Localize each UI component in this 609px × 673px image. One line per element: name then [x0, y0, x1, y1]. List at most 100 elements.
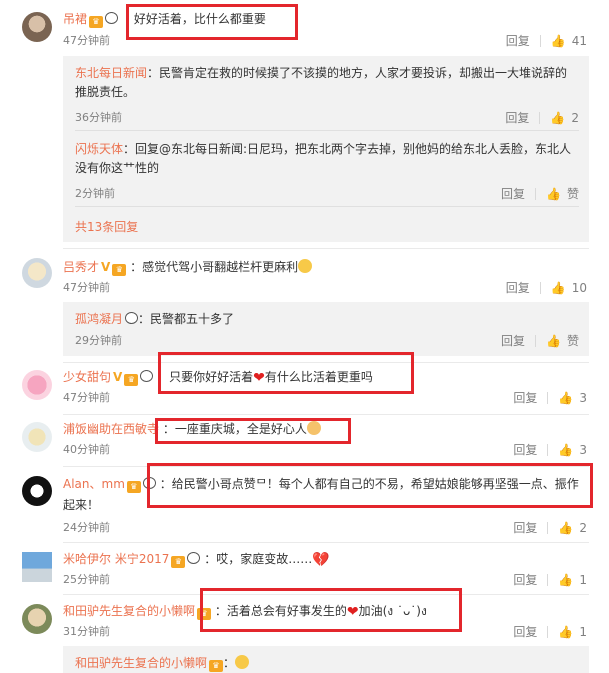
username[interactable]: 和田驴先生复合的小懒啊: [75, 656, 207, 670]
username[interactable]: 吊裙: [63, 12, 87, 26]
reply-button[interactable]: 回复: [505, 110, 529, 126]
emoji-icon: [298, 259, 313, 273]
thumbs-up-icon: 👍: [558, 573, 574, 587]
avatar[interactable]: [22, 258, 52, 288]
member-badge-icon: ♛: [112, 264, 127, 276]
reply-button[interactable]: 回复: [501, 333, 525, 349]
highlight-box: [200, 588, 462, 632]
verified-icon: V: [101, 260, 111, 274]
username[interactable]: Alan、mm: [63, 477, 125, 491]
username[interactable]: 东北每日新闻: [75, 66, 147, 80]
avatar[interactable]: [22, 370, 52, 400]
thumbs-up-icon: 👍: [546, 334, 561, 348]
panda-icon: [125, 312, 139, 324]
reply-actions: 回复 👍 2: [505, 110, 579, 126]
comment-actions: 回复 👍 41: [506, 33, 587, 49]
like-button[interactable]: 👍 3: [558, 390, 587, 406]
avatar[interactable]: [22, 422, 52, 452]
thumbs-up-icon: 👍: [558, 521, 574, 535]
like-button[interactable]: 👍 10: [551, 280, 587, 296]
avatar[interactable]: [22, 12, 52, 42]
username[interactable]: 浦饭幽助在西敏寺: [63, 422, 159, 436]
avatar[interactable]: [22, 476, 52, 506]
divider: [547, 626, 549, 638]
comment-actions: 回复 👍 1: [513, 624, 587, 640]
reply-button[interactable]: 回复: [513, 390, 537, 406]
highlight-box: [158, 352, 414, 394]
thumbs-up-icon: 👍: [558, 391, 574, 405]
like-button[interactable]: 👍 41: [551, 33, 587, 49]
like-count: 10: [571, 281, 587, 295]
highlight-box: [147, 463, 593, 508]
divider: [547, 444, 549, 456]
timestamp: 24分钟前: [63, 521, 110, 534]
member-badge-icon: ♛: [126, 481, 141, 493]
member-badge-icon: ♛: [124, 374, 139, 386]
thumbs-up-icon: 👍: [558, 625, 574, 639]
highlight-box: [155, 418, 351, 444]
like-button[interactable]: 👍 1: [558, 624, 587, 640]
timestamp: 25分钟前: [63, 573, 110, 586]
timestamp: 47分钟前: [63, 34, 110, 47]
reply-item: 闪烁天体：回复@东北每日新闻:日尼玛，把东北两个字去掉，别他妈的给东北人丢脸，东…: [75, 140, 579, 178]
like-count: 赞: [566, 187, 579, 201]
username[interactable]: 吕秀才: [63, 260, 99, 274]
reply-item: 东北每日新闻：民警肯定在救的时候摸了不该摸的地方，人家才要投诉，却搬出一大堆说辞…: [75, 64, 579, 102]
username[interactable]: 和田驴先生复合的小懒啊: [63, 604, 195, 618]
more-replies-link[interactable]: 共13条回复: [75, 218, 138, 235]
reply-button[interactable]: 回复: [513, 442, 537, 458]
avatar[interactable]: [22, 552, 52, 582]
thumbs-up-icon: 👍: [558, 443, 574, 457]
comment-actions: 回复 👍 1: [513, 572, 587, 588]
like-button[interactable]: 👍 2: [550, 110, 579, 126]
divider: [63, 414, 589, 415]
colon-text: ：: [223, 656, 236, 670]
panda-icon: [140, 370, 154, 382]
reply-button[interactable]: 回复: [506, 280, 530, 296]
comment-text: ：感觉代驾小哥翻越栏杆更麻利: [130, 260, 299, 274]
like-count: 赞: [566, 334, 579, 348]
comment-actions: 回复 👍 3: [513, 390, 587, 406]
like-button[interactable]: 👍 2: [558, 520, 587, 536]
highlight-box: [126, 4, 298, 40]
like-button[interactable]: 👍 赞: [546, 333, 579, 349]
divider: [539, 35, 541, 47]
like-button[interactable]: 👍 1: [558, 572, 587, 588]
thumbs-up-icon: 👍: [546, 187, 561, 201]
like-count: 3: [579, 391, 587, 405]
like-count: 1: [579, 625, 587, 639]
emoji-icon: [235, 655, 250, 669]
timestamp: 47分钟前: [63, 391, 110, 404]
comment-actions: 回复 👍 3: [513, 442, 587, 458]
divider: [63, 542, 589, 543]
reply-text: ：民警肯定在救的时候摸了不该摸的地方，人家才要投诉，却搬出一大堆说辞的推脱责任。: [75, 66, 568, 99]
like-count: 2: [571, 111, 579, 125]
reply-text: ：民警都五十多了: [138, 312, 235, 326]
username[interactable]: 孤鸿凝月: [75, 312, 123, 326]
like-button[interactable]: 👍 赞: [546, 186, 579, 202]
like-count: 41: [571, 34, 587, 48]
reply-button[interactable]: 回复: [513, 572, 537, 588]
username[interactable]: 少女甜句: [63, 370, 111, 384]
divider: [75, 130, 579, 131]
reply-button[interactable]: 回复: [501, 186, 525, 202]
reply-item: 孤鸿凝月 ：民警都五十多了: [75, 310, 579, 329]
avatar[interactable]: [22, 604, 52, 634]
reply-button[interactable]: 回复: [513, 624, 537, 640]
panda-icon: [105, 12, 119, 24]
panda-icon: [187, 552, 201, 564]
timestamp: 2分钟前: [75, 187, 115, 200]
reply-button[interactable]: 回复: [506, 33, 530, 49]
username[interactable]: 米哈伊尔 米宁2017: [63, 552, 169, 566]
reply-button[interactable]: 回复: [513, 520, 537, 536]
username[interactable]: 闪烁天体: [75, 142, 123, 156]
divider: [75, 206, 579, 207]
divider: [547, 392, 549, 404]
like-count: 3: [579, 443, 587, 457]
like-count: 1: [579, 573, 587, 587]
like-button[interactable]: 👍 3: [558, 442, 587, 458]
thumbs-up-icon: 👍: [550, 111, 566, 125]
broken-heart-icon: 💔: [312, 552, 330, 568]
reply-actions: 回复 👍 赞: [501, 333, 579, 349]
divider: [63, 248, 589, 249]
